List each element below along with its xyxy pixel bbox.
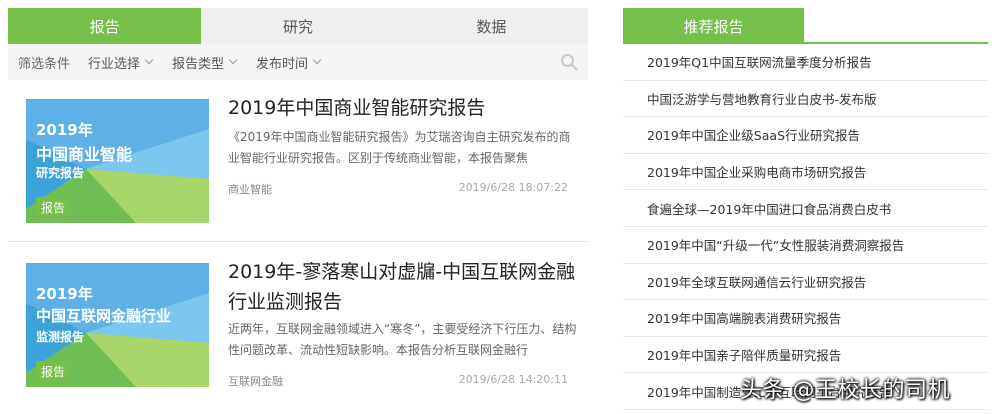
filter-publish-time-label: 发布时间 — [256, 56, 309, 72]
report-timestamp: 2019/6/28 14:20:11 — [458, 373, 568, 386]
recommend-header: 推荐报告 — [623, 8, 988, 44]
thumbnail-name: 中国互联网金融行业 — [36, 307, 172, 325]
search-icon[interactable] — [560, 53, 578, 71]
filter-publish-time-dropdown[interactable]: 发布时间 — [256, 53, 322, 72]
report-title[interactable]: 2019年中国商业智能研究报告 — [228, 93, 583, 123]
recommend-item[interactable]: 2019年中国高端腕表消费研究报告 — [623, 300, 988, 337]
thumbnail-year: 2019年 — [36, 285, 93, 303]
filter-label: 筛选条件 — [18, 56, 71, 72]
recommend-title: 推荐报告 — [623, 8, 804, 44]
report-timestamp: 2019/6/28 18:07:22 — [458, 181, 568, 194]
report-category[interactable]: 互联网金融 — [228, 373, 283, 389]
thumbnail-tag: 报告 — [36, 197, 71, 218]
tab-reports[interactable]: 报告 — [8, 8, 202, 44]
report-panel: 报告 研究 数据 筛选条件 行业选择 报告类型 发布时间 — [8, 8, 588, 80]
report-thumbnail[interactable]: 2019年 中国商业智能 研究报告 报告 — [26, 99, 209, 223]
tab-data[interactable]: 数据 — [395, 8, 588, 44]
recommend-item[interactable]: 2019年中国“升级一代”女性服装消费洞察报告 — [623, 227, 988, 264]
recommend-item[interactable]: 2019年中国企业采购电商市场研究报告 — [623, 154, 988, 191]
chevron-down-icon — [228, 55, 238, 65]
thumbnail-subtitle: 监测报告 — [36, 330, 85, 344]
filter-report-type-label: 报告类型 — [172, 56, 225, 72]
recommend-item[interactable]: 2019年Q1中国互联网流量季度分析报告 — [623, 44, 988, 81]
report-title[interactable]: 2019年-寥落寒山对虚牖-中国互联网金融行业监测报告 — [228, 257, 583, 317]
thumbnail-name: 中国商业智能 — [36, 145, 133, 164]
filter-industry-dropdown[interactable]: 行业选择 — [88, 53, 154, 72]
tab-bar: 报告 研究 数据 — [8, 8, 588, 44]
divider — [8, 241, 588, 242]
filter-bar: 筛选条件 行业选择 报告类型 发布时间 — [8, 44, 588, 80]
recommend-item[interactable]: 中国泛游学与营地教育行业白皮书-发布版 — [623, 81, 988, 118]
recommend-list: 2019年Q1中国互联网流量季度分析报告 中国泛游学与营地教育行业白皮书-发布版… — [623, 44, 988, 410]
filter-report-type-dropdown[interactable]: 报告类型 — [172, 53, 238, 72]
thumbnail-year: 2019年 — [36, 121, 93, 139]
recommend-item[interactable]: 2019年中国企业级SaaS行业研究报告 — [623, 117, 988, 154]
chevron-down-icon — [312, 55, 322, 65]
filter-industry-label: 行业选择 — [88, 56, 141, 72]
recommend-item[interactable]: 2019年全球互联网通信云行业研究报告 — [623, 264, 988, 301]
recommend-panel: 推荐报告 2019年Q1中国互联网流量季度分析报告 中国泛游学与营地教育行业白皮… — [623, 8, 988, 410]
report-description: 近两年，互联网金融领域进入“寒冬”，主要受经济下行压力、结构性问题改革、流动性短… — [228, 322, 577, 357]
tab-research[interactable]: 研究 — [201, 8, 394, 44]
watermark: 头条 @王校长的司机 — [740, 378, 950, 403]
report-description: 《2019年中国商业智能研究报告》为艾瑞咨询自主研究发布的商业智能行业研究报告。… — [228, 130, 571, 165]
report-category[interactable]: 商业智能 — [228, 181, 272, 197]
report-thumbnail[interactable]: 2019年 中国互联网金融行业 监测报告 报告 — [26, 263, 209, 387]
chevron-down-icon — [144, 55, 154, 65]
recommend-item[interactable]: 食遍全球—2019年中国进口食品消费白皮书 — [623, 190, 988, 227]
recommend-item[interactable]: 2019年中国亲子陪伴质量研究报告 — [623, 337, 988, 374]
thumbnail-tag: 报告 — [36, 361, 71, 382]
thumbnail-subtitle: 研究报告 — [36, 166, 85, 180]
